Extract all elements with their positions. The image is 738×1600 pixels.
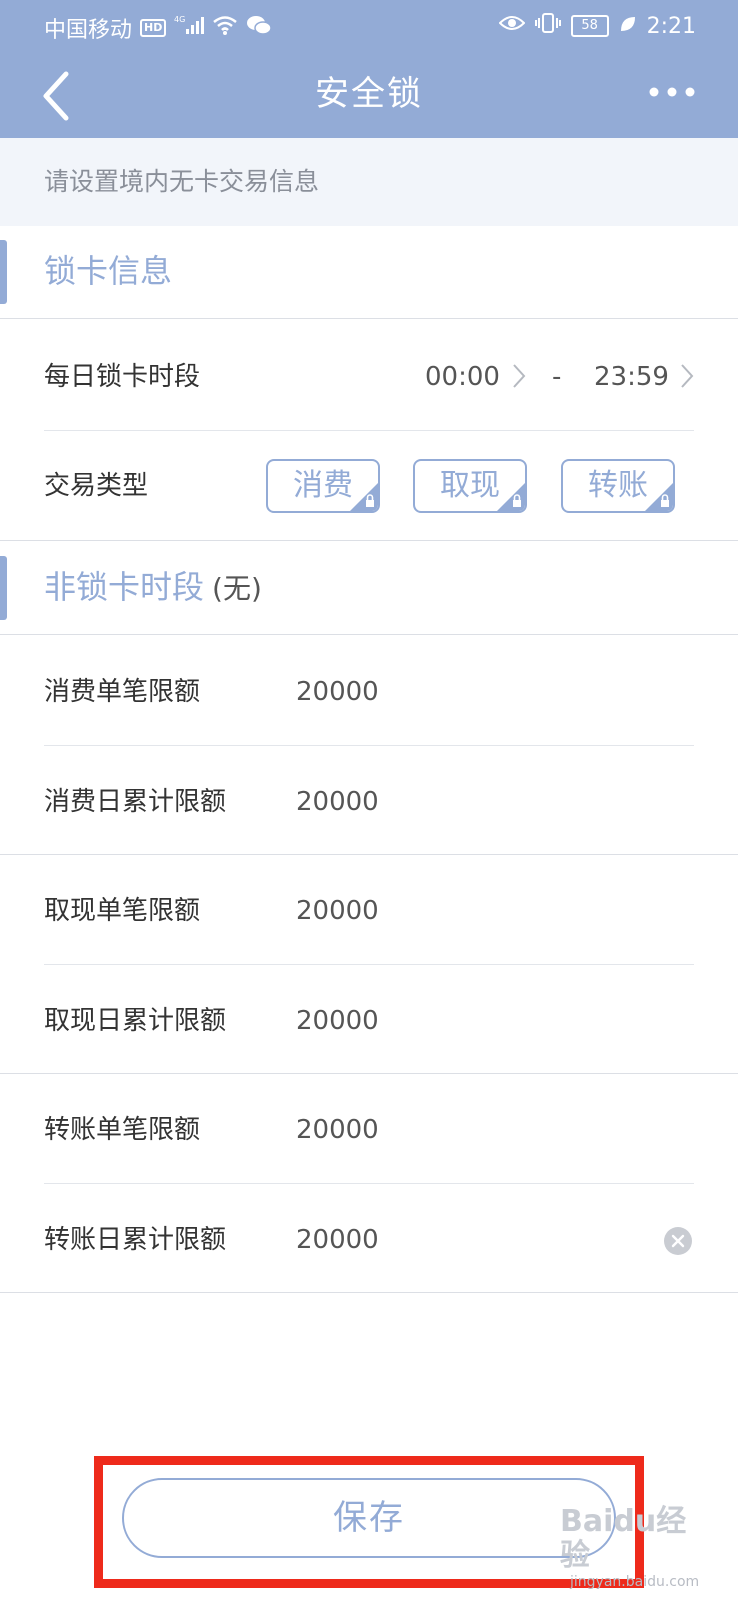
divider bbox=[44, 1183, 694, 1184]
watermark-brand: Baidu bbox=[560, 1504, 657, 1539]
lock-section-title: 锁卡信息 bbox=[44, 252, 173, 290]
baidu-watermark: Baidu经验 jingyan.baidu.com bbox=[560, 1505, 710, 1595]
page-title: 安全锁 bbox=[315, 74, 423, 114]
section-accent-bar bbox=[0, 556, 7, 620]
limit-row[interactable]: 取现单笔限额 20000 bbox=[0, 857, 738, 965]
divider bbox=[0, 1073, 738, 1074]
limit-row[interactable]: 转账日累计限额 20000 bbox=[0, 1186, 738, 1294]
type-label: 转账 bbox=[588, 468, 648, 503]
battery-icon: 58 bbox=[570, 15, 609, 37]
limit-label: 取现日累计限额 bbox=[44, 1006, 227, 1036]
svg-text:4G: 4G bbox=[174, 15, 185, 24]
wechat-icon bbox=[246, 14, 273, 42]
section-accent-bar bbox=[0, 240, 7, 304]
transaction-type-label: 交易类型 bbox=[44, 471, 149, 501]
leaf-icon bbox=[619, 14, 637, 39]
app-header: 中国移动 HD 4G 58 2:21 安全锁 bbox=[0, 0, 738, 138]
unlock-section-suffix: (无) bbox=[212, 572, 262, 605]
limit-row[interactable]: 转账单笔限额 20000 bbox=[0, 1076, 738, 1184]
limit-row[interactable]: 取现日累计限额 20000 bbox=[0, 967, 738, 1075]
transaction-type-row: 交易类型 消费 取现 转账 bbox=[0, 432, 738, 540]
type-consume-button[interactable]: 消费 bbox=[266, 459, 380, 513]
divider bbox=[44, 430, 694, 431]
unlock-section-title-text: 非锁卡时段 bbox=[44, 568, 205, 606]
time-separator: - bbox=[552, 362, 562, 392]
status-right: 58 2:21 bbox=[498, 12, 696, 40]
lock-section-header: 锁卡信息 bbox=[0, 226, 738, 318]
type-transfer-button[interactable]: 转账 bbox=[561, 459, 675, 513]
notice-banner: 请设置境内无卡交易信息 bbox=[0, 138, 738, 226]
limit-row[interactable]: 消费单笔限额 20000 bbox=[0, 638, 738, 746]
type-label: 取现 bbox=[440, 468, 500, 503]
limit-input[interactable]: 20000 bbox=[296, 748, 379, 856]
limit-input[interactable]: 20000 bbox=[296, 638, 379, 746]
divider bbox=[0, 854, 738, 855]
type-label: 消费 bbox=[293, 468, 353, 503]
limit-label: 转账单笔限额 bbox=[44, 1115, 201, 1145]
type-withdraw-button[interactable]: 取现 bbox=[413, 459, 527, 513]
status-bar: 中国移动 HD 4G 58 2:21 bbox=[0, 0, 738, 52]
more-dots-icon bbox=[649, 87, 695, 97]
signal-icon: 4G bbox=[174, 14, 205, 42]
watermark-url: jingyan.baidu.com bbox=[570, 1574, 700, 1590]
hd-badge: HD bbox=[140, 19, 167, 37]
limit-label: 取现单笔限额 bbox=[44, 896, 201, 926]
carrier-name: 中国移动 bbox=[44, 18, 133, 43]
limit-label: 转账日累计限额 bbox=[44, 1225, 227, 1255]
divider bbox=[0, 318, 738, 319]
limit-input[interactable]: 20000 bbox=[296, 1076, 379, 1184]
limit-input[interactable]: 20000 bbox=[296, 1186, 379, 1294]
limit-input[interactable]: 20000 bbox=[296, 967, 379, 1075]
divider bbox=[0, 540, 738, 541]
more-button[interactable] bbox=[646, 80, 698, 104]
chevron-right-icon bbox=[681, 364, 694, 388]
end-time-picker[interactable]: 23:59 bbox=[594, 323, 669, 431]
limit-label: 消费日累计限额 bbox=[44, 787, 227, 817]
unlock-section-header: 非锁卡时段 (无) bbox=[0, 542, 738, 634]
divider bbox=[44, 745, 694, 746]
divider bbox=[0, 634, 738, 635]
save-button[interactable]: 保存 bbox=[122, 1478, 616, 1558]
start-time-picker[interactable]: 00:00 bbox=[425, 323, 500, 431]
divider bbox=[44, 964, 694, 965]
eye-icon bbox=[498, 13, 526, 39]
clear-icon[interactable] bbox=[663, 1226, 693, 1256]
clock-time: 2:21 bbox=[646, 13, 696, 39]
lock-icon bbox=[645, 483, 673, 511]
limit-row[interactable]: 消费日累计限额 20000 bbox=[0, 748, 738, 856]
limit-label: 消费单笔限额 bbox=[44, 677, 201, 707]
lock-period-row: 每日锁卡时段 00:00 - 23:59 bbox=[0, 323, 738, 431]
lock-period-label: 每日锁卡时段 bbox=[44, 362, 201, 392]
notice-text: 请设置境内无卡交易信息 bbox=[44, 167, 320, 196]
chevron-right-icon bbox=[513, 364, 526, 388]
title-bar: 安全锁 bbox=[0, 52, 738, 138]
lock-icon bbox=[497, 483, 525, 511]
wifi-icon bbox=[212, 14, 238, 42]
divider bbox=[0, 1292, 738, 1293]
unlock-section-title: 非锁卡时段 (无) bbox=[44, 564, 262, 612]
status-left: 中国移动 HD 4G bbox=[44, 12, 273, 44]
limit-input[interactable]: 20000 bbox=[296, 857, 379, 965]
lock-icon bbox=[350, 483, 378, 511]
vibrate-icon bbox=[534, 12, 561, 40]
